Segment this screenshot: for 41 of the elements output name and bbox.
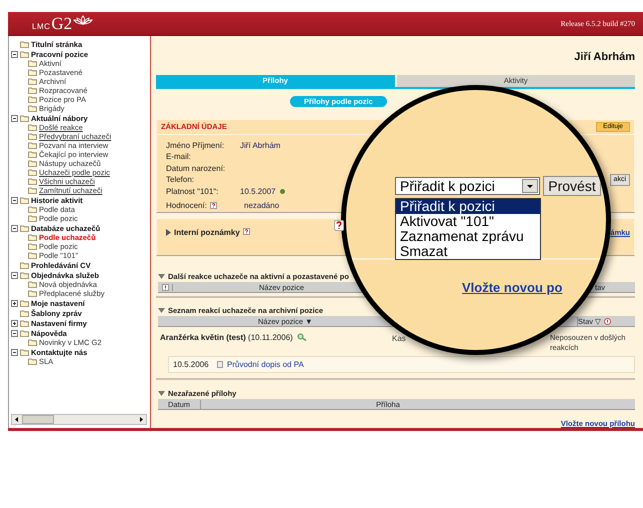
logo-text: G2 bbox=[51, 15, 72, 32]
field-label: Platnost "101": bbox=[166, 186, 218, 196]
logo-text: LMC bbox=[32, 22, 50, 32]
attachment-date: 10.5.2006 bbox=[173, 360, 210, 369]
dropdown-option[interactable]: Aktivovat "101" bbox=[396, 214, 540, 229]
notes-title: Interní poznámky bbox=[174, 228, 240, 236]
collapse-arrow-icon[interactable] bbox=[158, 308, 165, 313]
expander-icon[interactable] bbox=[11, 51, 18, 58]
document-icon bbox=[217, 361, 223, 368]
add-position-link[interactable]: Vložte novou po bbox=[462, 280, 562, 295]
field-label: Datum narození: bbox=[166, 164, 226, 173]
field-label: Telefon: bbox=[166, 175, 194, 184]
dropdown-option[interactable]: Smazat bbox=[396, 244, 540, 259]
lotus-icon bbox=[73, 15, 94, 25]
dropdown-option[interactable]: Zaznamenat zprávu bbox=[396, 229, 540, 244]
expander-icon[interactable] bbox=[11, 349, 18, 356]
expand-arrow-icon[interactable] bbox=[165, 228, 171, 236]
attachment-link[interactable]: Průvodní dopis od PA bbox=[227, 360, 304, 369]
execute-button[interactable]: Provést bbox=[543, 176, 601, 196]
expander-icon[interactable] bbox=[11, 330, 18, 337]
expander-icon[interactable] bbox=[11, 272, 18, 279]
collapse-arrow-icon[interactable] bbox=[158, 274, 165, 279]
candidate-name: Jiří Abrhám bbox=[574, 50, 635, 64]
field-value: 10.5.2007 bbox=[240, 186, 276, 196]
expander-icon[interactable] bbox=[11, 197, 18, 204]
position-name: Aranžérka květin (test) (10.11.2006) bbox=[160, 333, 293, 342]
horizontal-scrollbar[interactable] bbox=[11, 414, 147, 425]
action-select[interactable]: Přiřadit k pozici bbox=[395, 177, 540, 195]
field-label: E-mail: bbox=[166, 152, 191, 162]
expander-icon[interactable] bbox=[11, 115, 18, 122]
table-cell-text: Kas bbox=[392, 333, 407, 345]
expander-icon[interactable] bbox=[11, 225, 18, 232]
dropdown-option[interactable]: Přiřadit k pozici bbox=[396, 199, 540, 214]
expander-icon[interactable] bbox=[11, 320, 18, 327]
field-value: nezadáno bbox=[244, 201, 280, 210]
expander-icon[interactable] bbox=[11, 300, 18, 307]
collapse-arrow-icon[interactable] bbox=[158, 391, 165, 396]
search-icon[interactable] bbox=[296, 333, 307, 341]
field-label: Jméno Příjmení: bbox=[166, 140, 224, 150]
field-label: Hodnocení: bbox=[166, 201, 207, 210]
field-value: Jiří Abrhám bbox=[240, 140, 280, 150]
